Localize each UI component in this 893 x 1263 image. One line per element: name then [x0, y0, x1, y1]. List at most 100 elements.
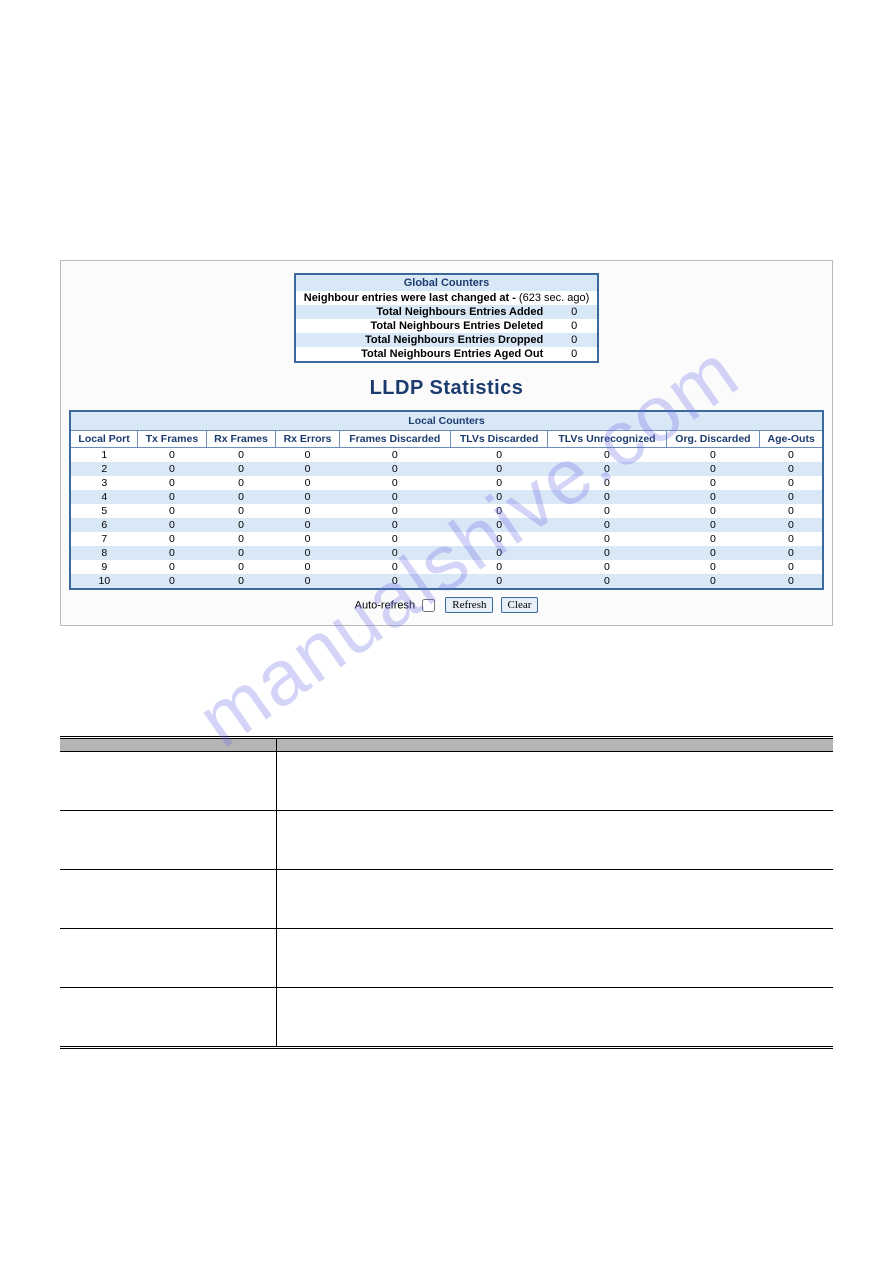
table-cell: 0	[206, 518, 276, 532]
global-row-label: Total Neighbours Entries Dropped	[295, 333, 551, 347]
table-cell: 0	[138, 476, 206, 490]
global-row-value: 0	[551, 305, 598, 319]
table-cell: 0	[666, 462, 760, 476]
global-row-value: 0	[551, 319, 598, 333]
table-cell: 0	[666, 518, 760, 532]
desc-header-right	[276, 738, 833, 752]
table-cell: 0	[666, 476, 760, 490]
table-cell: 0	[276, 560, 339, 574]
table-cell: 0	[760, 546, 823, 560]
table-cell: 0	[206, 448, 276, 463]
table-row: 100000000	[70, 448, 823, 463]
local-col-header: Local Port	[70, 431, 138, 448]
table-cell: 0	[760, 518, 823, 532]
table-cell: 0	[666, 546, 760, 560]
global-row-label: Total Neighbours Entries Aged Out	[295, 347, 551, 362]
table-cell: 0	[339, 448, 450, 463]
desc-cell-right	[276, 988, 833, 1048]
auto-refresh-checkbox[interactable]	[422, 599, 435, 612]
table-cell: 0	[206, 490, 276, 504]
table-cell: 0	[760, 448, 823, 463]
table-row	[60, 988, 833, 1048]
local-col-header: Tx Frames	[138, 431, 206, 448]
controls-row: Auto-refresh Refresh Clear	[69, 596, 824, 615]
table-cell: 0	[339, 546, 450, 560]
table-row: 200000000	[70, 462, 823, 476]
table-row	[60, 811, 833, 870]
table-cell: 0	[450, 560, 547, 574]
table-cell: 9	[70, 560, 138, 574]
table-cell: 0	[666, 448, 760, 463]
table-cell: 0	[760, 560, 823, 574]
local-col-header: Rx Frames	[206, 431, 276, 448]
desc-cell-right	[276, 752, 833, 811]
desc-cell-right	[276, 870, 833, 929]
table-cell: 0	[548, 504, 666, 518]
table-cell: 0	[548, 490, 666, 504]
local-col-header: TLVs Unrecognized	[548, 431, 666, 448]
table-cell: 0	[206, 504, 276, 518]
table-cell: 0	[206, 560, 276, 574]
table-cell: 0	[339, 532, 450, 546]
local-col-header: Frames Discarded	[339, 431, 450, 448]
desc-header-left	[60, 738, 276, 752]
table-cell: 0	[450, 504, 547, 518]
table-cell: 0	[760, 476, 823, 490]
refresh-button[interactable]: Refresh	[445, 597, 493, 613]
table-cell: 2	[70, 462, 138, 476]
table-row: 800000000	[70, 546, 823, 560]
table-row	[60, 929, 833, 988]
table-cell: 0	[666, 490, 760, 504]
table-cell: 0	[548, 560, 666, 574]
desc-cell-right	[276, 929, 833, 988]
table-row: 600000000	[70, 518, 823, 532]
table-row	[60, 752, 833, 811]
table-cell: 0	[276, 504, 339, 518]
table-cell: 0	[339, 462, 450, 476]
global-counters-title: Global Counters	[295, 274, 598, 291]
table-cell: 0	[206, 546, 276, 560]
table-row	[60, 870, 833, 929]
table-cell: 0	[276, 532, 339, 546]
table-cell: 10	[70, 574, 138, 589]
local-col-header: Age-Outs	[760, 431, 823, 448]
table-cell: 0	[548, 476, 666, 490]
table-row: 400000000	[70, 490, 823, 504]
table-cell: 0	[276, 574, 339, 589]
table-cell: 0	[276, 476, 339, 490]
local-col-header: Rx Errors	[276, 431, 339, 448]
table-cell: 0	[138, 518, 206, 532]
table-row: 500000000	[70, 504, 823, 518]
table-cell: 0	[548, 448, 666, 463]
table-cell: 0	[760, 504, 823, 518]
table-cell: 0	[760, 462, 823, 476]
table-cell: 0	[666, 574, 760, 589]
global-row-value: 0	[551, 333, 598, 347]
table-cell: 0	[276, 546, 339, 560]
table-cell: 0	[450, 462, 547, 476]
table-cell: 0	[138, 462, 206, 476]
table-row: 1000000000	[70, 574, 823, 589]
clear-button[interactable]: Clear	[501, 597, 539, 613]
table-row: 300000000	[70, 476, 823, 490]
table-cell: 7	[70, 532, 138, 546]
table-cell: 0	[206, 462, 276, 476]
desc-cell-left	[60, 988, 276, 1048]
table-cell: 0	[138, 448, 206, 463]
global-row-value: 0	[551, 347, 598, 362]
table-cell: 0	[138, 532, 206, 546]
table-cell: 0	[450, 448, 547, 463]
desc-cell-left	[60, 929, 276, 988]
desc-cell-left	[60, 811, 276, 870]
lldp-statistics-panel: Global Counters Neighbour entries were l…	[60, 260, 833, 626]
desc-cell-left	[60, 870, 276, 929]
table-cell: 0	[206, 532, 276, 546]
table-cell: 0	[760, 574, 823, 589]
table-cell: 0	[339, 560, 450, 574]
table-row: 700000000	[70, 532, 823, 546]
desc-cell-left	[60, 752, 276, 811]
description-table	[60, 736, 833, 1049]
table-cell: 0	[138, 546, 206, 560]
auto-refresh-label: Auto-refresh	[355, 599, 416, 611]
table-row: 900000000	[70, 560, 823, 574]
